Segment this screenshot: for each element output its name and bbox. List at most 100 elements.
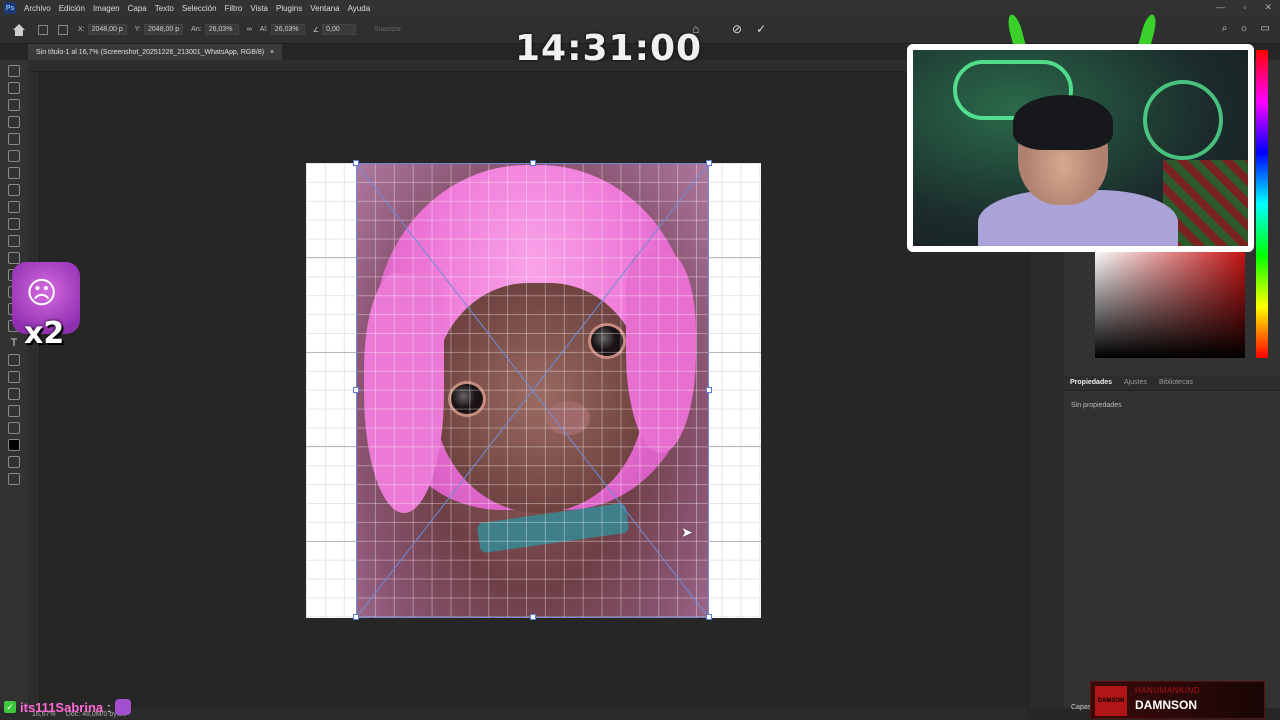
verified-badge-icon: ✓	[4, 701, 16, 713]
alert-label: HANUMANKIND	[1135, 686, 1201, 695]
move-tool-icon[interactable]	[8, 65, 20, 77]
menu-bar: Ps Archivo Edición Imagen Capa Texto Sel…	[0, 0, 1280, 16]
menu-imagen[interactable]: Imagen	[93, 4, 120, 13]
chat-message: ✓ its111Sabrina :	[4, 699, 131, 715]
menu-ventana[interactable]: Ventana	[310, 4, 339, 13]
history-brush-tool-icon[interactable]	[8, 235, 20, 247]
menu-vista[interactable]: Vista	[250, 4, 268, 13]
zoom-tool-icon[interactable]	[8, 405, 20, 417]
stamp-tool-icon[interactable]	[8, 218, 20, 230]
transform-handle-bottom-right[interactable]	[706, 614, 712, 620]
transform-move-icon[interactable]	[38, 24, 48, 35]
height-field[interactable]: Al: 26,03%	[260, 24, 305, 35]
workspace-icon[interactable]: ▭	[1261, 23, 1270, 34]
magic-wand-tool-icon[interactable]	[8, 116, 20, 128]
cancel-transform-icon[interactable]: ⊘	[732, 22, 742, 36]
rectangle-tool-icon[interactable]	[8, 371, 20, 383]
angle-icon: ∠	[312, 26, 320, 34]
marquee-tool-icon[interactable]	[8, 82, 20, 94]
menu-ayuda[interactable]: Ayuda	[348, 4, 371, 13]
alert-logo: DAMSON	[1095, 686, 1127, 716]
document-tab-title: Sin título-1 al 16,7% (Screenshot_202512…	[36, 48, 265, 56]
transform-handle-right[interactable]	[706, 387, 712, 393]
tools-panel: T	[0, 60, 28, 720]
commit-transform-icon[interactable]: ✓	[756, 22, 766, 36]
menu-filtro[interactable]: Filtro	[225, 4, 243, 13]
angle-field[interactable]: 0,00	[322, 24, 357, 35]
close-tab-icon[interactable]: ×	[270, 49, 274, 56]
hue-slider[interactable]	[1256, 50, 1268, 358]
height-label: Al:	[259, 26, 268, 33]
y-field[interactable]: Y: 2048,00 p	[134, 24, 184, 35]
eyedropper-tool-icon[interactable]	[8, 167, 20, 179]
height-input[interactable]: 26,03%	[270, 24, 305, 35]
quick-mask-icon[interactable]	[8, 456, 20, 468]
emote-combo-count: x2	[24, 316, 65, 351]
x-field[interactable]: X: 2048,00 p	[78, 24, 127, 35]
tab-propiedades[interactable]: Propiedades	[1064, 379, 1118, 386]
angle-input[interactable]: 0,00	[322, 24, 357, 35]
transform-handle-top-left[interactable]	[353, 160, 359, 166]
properties-empty-text: Sin propiedades	[1071, 402, 1122, 409]
discover-icon[interactable]: ☼	[1239, 23, 1248, 34]
close-window-icon[interactable]: ✕	[1264, 2, 1272, 13]
document-tab[interactable]: Sin título-1 al 16,7% (Screenshot_202512…	[28, 44, 283, 60]
reference-point-icon[interactable]	[58, 24, 68, 35]
transform-handle-top-right[interactable]	[706, 160, 712, 166]
status-bar: 16,67% Doc: 48,0M/0 bytes	[0, 708, 1028, 720]
y-input[interactable]: 2048,00 p	[144, 24, 184, 35]
maximize-icon[interactable]: ▫	[1243, 2, 1246, 13]
menu-archivo[interactable]: Archivo	[24, 4, 51, 13]
transform-handle-bottom[interactable]	[530, 614, 536, 620]
crop-tool-icon[interactable]	[8, 133, 20, 145]
options-right-icons: ⌕ ☼ ▭	[1222, 23, 1270, 34]
mouse-cursor-icon: ➤	[681, 524, 693, 540]
menu-plugins[interactable]: Plugins	[276, 4, 302, 13]
streamer-hair	[1013, 95, 1113, 150]
minimize-icon[interactable]: —	[1216, 2, 1225, 13]
transform-bounding-box[interactable]	[356, 163, 709, 618]
transform-handle-left[interactable]	[353, 387, 359, 393]
hand-tool-icon[interactable]	[8, 388, 20, 400]
frame-tool-icon[interactable]	[8, 150, 20, 162]
properties-tabs: Propiedades Ajustes Bibliotecas	[1064, 375, 1280, 391]
path-selection-tool-icon[interactable]	[8, 354, 20, 366]
brush-tool-icon[interactable]	[8, 201, 20, 213]
more-tools-icon[interactable]	[8, 422, 20, 434]
color-picker-field[interactable]	[1095, 250, 1245, 358]
crying-face-icon: ☹	[26, 277, 58, 310]
menu-capa[interactable]: Capa	[128, 4, 147, 13]
tab-capas[interactable]: Capas	[1071, 704, 1091, 711]
menu-edicion[interactable]: Edición	[59, 4, 85, 13]
chat-colon: :	[107, 699, 111, 715]
link-icon[interactable]: ∞	[247, 26, 252, 33]
y-label: Y:	[134, 26, 142, 33]
chat-username: its111Sabrina	[20, 699, 104, 715]
lasso-tool-icon[interactable]	[8, 99, 20, 111]
width-field[interactable]: An: 26,03%	[191, 24, 239, 35]
vertical-ruler[interactable]	[28, 72, 40, 708]
tab-ajustes[interactable]: Ajustes	[1118, 379, 1153, 386]
width-input[interactable]: 26,03%	[204, 24, 239, 35]
stream-clock: 14:31:00	[515, 28, 703, 69]
home-icon[interactable]	[12, 23, 26, 37]
foreground-background-color-icon[interactable]	[8, 439, 20, 451]
suavizar-option[interactable]: Suavizar	[374, 26, 401, 33]
x-input[interactable]: 2048,00 p	[87, 24, 127, 35]
screen-mode-icon[interactable]	[8, 473, 20, 485]
eraser-tool-icon[interactable]	[8, 252, 20, 264]
menu-texto[interactable]: Texto	[155, 4, 174, 13]
search-icon[interactable]: ⌕	[1222, 23, 1228, 34]
window-controls: — ▫ ✕	[1216, 2, 1272, 13]
tab-bibliotecas[interactable]: Bibliotecas	[1153, 379, 1199, 386]
menu-seleccion[interactable]: Selección	[182, 4, 217, 13]
alert-name: DAMNSON	[1135, 698, 1197, 712]
chat-emote-icon	[114, 699, 131, 715]
width-label: An:	[191, 26, 202, 33]
healing-brush-tool-icon[interactable]	[8, 184, 20, 196]
neon-light	[1143, 80, 1223, 160]
transform-handle-bottom-left[interactable]	[353, 614, 359, 620]
commit-controls: ⊘ ✓	[732, 22, 766, 36]
transform-handle-top[interactable]	[530, 160, 536, 166]
webcam-feed	[907, 44, 1254, 252]
